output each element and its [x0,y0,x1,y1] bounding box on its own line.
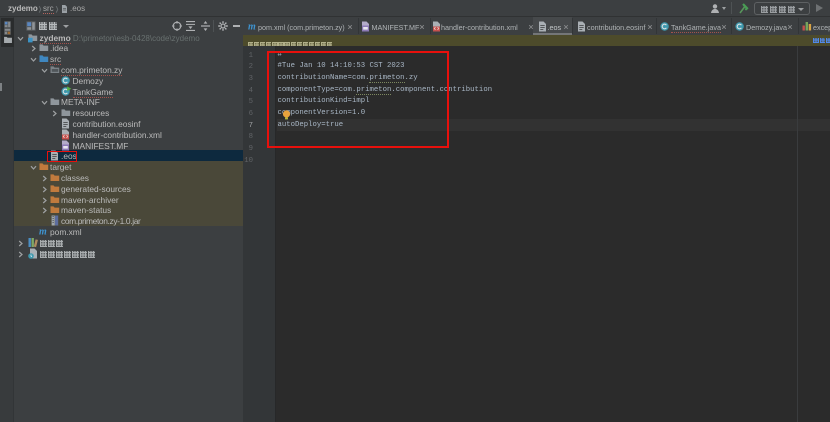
svg-text:m: m [248,22,256,32]
svg-text:m: m [39,227,47,237]
